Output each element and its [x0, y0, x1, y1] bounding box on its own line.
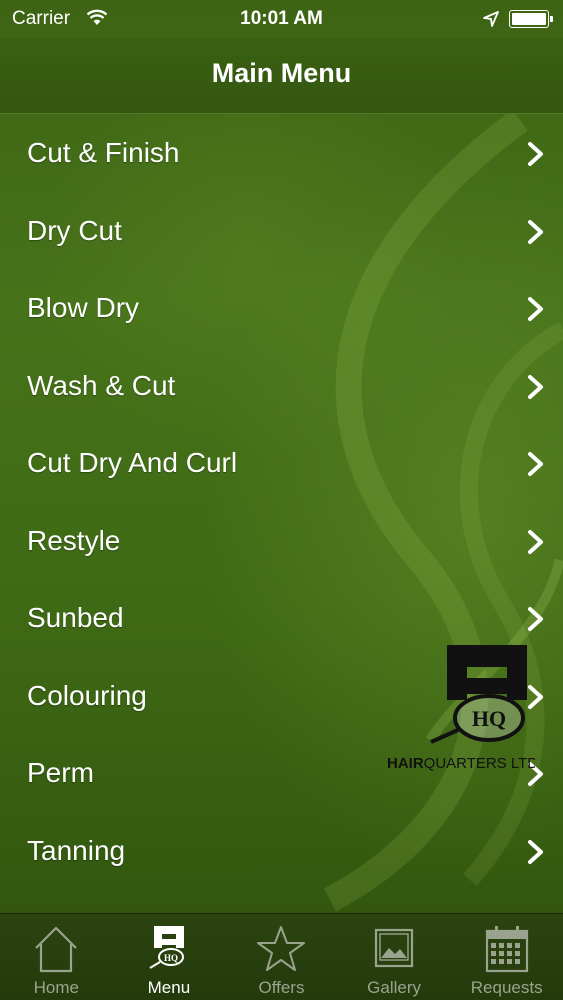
chevron-right-icon: [528, 607, 543, 631]
calendar-icon: [485, 926, 528, 973]
navigation-bar: Main Menu: [0, 38, 563, 114]
tab-requests[interactable]: Requests: [450, 914, 563, 1000]
menu-item-cut-finish[interactable]: Cut & Finish: [0, 115, 563, 193]
menu-item-label: Restyle: [27, 524, 121, 556]
menu-item-label: Tanning: [27, 834, 126, 866]
menu-item-label: Blow Dry: [27, 292, 140, 323]
logo-monogram: HQ: [472, 706, 506, 731]
chevron-right-icon: [528, 374, 543, 399]
menu-item-cut-dry-and-curl[interactable]: Cut Dry And Curl: [0, 425, 563, 503]
menu-item-label: Colouring: [27, 679, 147, 711]
location-arrow-icon: [483, 11, 499, 27]
status-bar: Carrier 10:01 AM: [0, 0, 563, 38]
chevron-right-icon: [528, 529, 543, 554]
menu-item-label: Perm: [27, 757, 94, 788]
tab-label: Requests: [470, 978, 543, 997]
chevron-right-icon: [528, 142, 543, 166]
logo-text-bold: HAIR: [387, 755, 424, 772]
menu-item-wash-cut[interactable]: Wash & Cut: [0, 348, 563, 426]
hq-logo-icon: HQ: [149, 926, 184, 969]
menu-item-label: Dry Cut: [27, 214, 122, 246]
screen: Carrier 10:01 AM Main Menu Cut & Finish …: [0, 0, 563, 1000]
chevron-right-icon: [528, 839, 543, 864]
chevron-right-icon: [528, 452, 543, 476]
svg-text:HQ: HQ: [164, 953, 178, 963]
page-title: Main Menu: [211, 58, 352, 88]
tab-offers[interactable]: Offers: [225, 914, 338, 1000]
svg-text:HAIRQUARTERS LTD: HAIRQUARTERS LTD: [387, 755, 535, 772]
home-icon: [35, 926, 78, 973]
chevron-right-icon: [528, 219, 543, 244]
star-icon: [257, 926, 306, 971]
menu-item-label: Cut & Finish: [27, 137, 180, 168]
tab-menu[interactable]: HQ Menu: [113, 914, 226, 1000]
menu-item-label: Sunbed: [27, 602, 124, 633]
tab-label: Menu: [147, 978, 191, 997]
menu-item-blow-dry[interactable]: Blow Dry: [0, 270, 563, 348]
battery-icon: [509, 10, 553, 28]
menu-item-tanning[interactable]: Tanning: [0, 813, 563, 891]
tab-bar: Home HQ Menu Offers Gallery Requests: [0, 913, 563, 1000]
chevron-right-icon: [528, 297, 543, 321]
logo-text-rest: QUARTERS LTD: [424, 755, 535, 772]
picture-icon: [374, 928, 414, 968]
hairquarters-logo: HQ HAIRQUARTERS LTD: [387, 645, 535, 772]
tab-label: Offers: [258, 978, 305, 997]
menu-item-label: Wash & Cut: [27, 369, 176, 401]
menu-item-dry-cut[interactable]: Dry Cut: [0, 193, 563, 271]
status-time: 10:01 AM: [240, 8, 323, 29]
tab-label: Home: [33, 978, 79, 997]
tab-label: Gallery: [367, 978, 422, 997]
menu-item-label: Cut Dry And Curl: [27, 447, 238, 478]
tab-gallery[interactable]: Gallery: [338, 914, 451, 1000]
tab-home[interactable]: Home: [0, 914, 113, 1000]
menu-item-restyle[interactable]: Restyle: [0, 503, 563, 581]
